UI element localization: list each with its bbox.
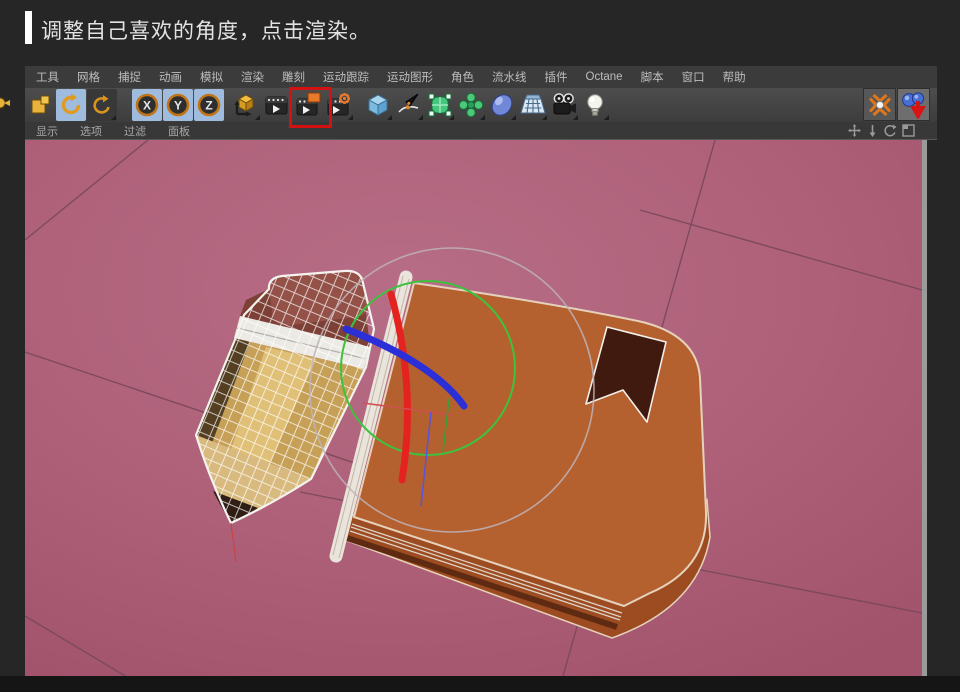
window-right-gap — [937, 66, 960, 140]
page-title: 调整自己喜欢的角度，点击渲染。 — [41, 15, 371, 45]
add-cube-button[interactable] — [363, 89, 393, 121]
coordinate-system-button[interactable] — [231, 89, 261, 121]
rotate-icon — [59, 93, 83, 117]
flyout-corner — [604, 115, 609, 120]
menu-item[interactable]: 渲染 — [232, 69, 273, 85]
z-axis-lock-button[interactable]: Z — [194, 89, 224, 121]
rotate-small-icon — [90, 93, 114, 117]
flyout-corner — [480, 115, 485, 120]
flyout-corner — [387, 115, 392, 120]
menu-item[interactable]: 帮助 — [714, 69, 755, 85]
pan-icon[interactable] — [848, 124, 861, 137]
menu-item[interactable]: 流水线 — [483, 69, 536, 85]
vp-menu-item[interactable]: 显示 — [25, 123, 69, 139]
vp-menu-item[interactable]: 面板 — [157, 123, 201, 139]
clipped-tool-icon — [0, 96, 11, 110]
last-used-tool-button[interactable] — [87, 89, 117, 121]
toolbar-right-tools — [863, 88, 931, 121]
render-view-icon — [264, 92, 290, 118]
menu-item[interactable]: 运动图形 — [378, 69, 442, 85]
menu-item[interactable]: 窗口 — [673, 69, 714, 85]
scene — [25, 140, 922, 676]
viewport-3d[interactable] — [25, 140, 922, 676]
flyout-corner — [542, 115, 547, 120]
flyout-corner — [449, 115, 454, 120]
flyout-corner — [255, 115, 260, 120]
flyout-corner — [573, 115, 578, 120]
svg-text:Z: Z — [205, 99, 212, 113]
menu-bar: 工具网格捕捉动画模拟渲染雕刻运动跟踪运动图形角色流水线插件Octane脚本窗口帮… — [25, 66, 937, 88]
vp-menu-item[interactable]: 选项 — [69, 123, 113, 139]
rotate-tool-button[interactable] — [56, 89, 86, 121]
x-axis-lock-button[interactable]: X — [132, 89, 162, 121]
z-axis-icon: Z — [196, 92, 222, 118]
toolbar: X Y Z — [25, 88, 937, 122]
menu-item[interactable]: 脚本 — [632, 69, 673, 85]
light-button[interactable] — [580, 89, 610, 121]
svg-text:Y: Y — [174, 99, 182, 113]
scale-tool-button[interactable] — [25, 89, 55, 121]
flyout-corner — [418, 115, 423, 120]
render-view-button[interactable] — [262, 89, 292, 121]
viewport-right-gutter — [927, 140, 960, 676]
vp-menu-item[interactable]: 过滤 — [113, 123, 157, 139]
menu-item[interactable]: 网格 — [68, 69, 109, 85]
title-accent-bar — [25, 11, 32, 44]
center-axis-button[interactable] — [863, 88, 896, 121]
mograph-cloner-button[interactable] — [456, 89, 486, 121]
deformer-button[interactable] — [487, 89, 517, 121]
tutorial-highlight-box — [289, 87, 332, 128]
viewport-menu-bar: 显示 选项 过滤 面板 — [25, 122, 937, 140]
flyout-corner — [348, 115, 353, 120]
rotate-view-icon[interactable] — [884, 124, 897, 137]
camera-button[interactable] — [549, 89, 579, 121]
floor-environment-button[interactable] — [518, 89, 548, 121]
scale-icon — [28, 93, 52, 117]
menu-item[interactable]: 工具 — [27, 69, 68, 85]
dynamics-gravity-icon — [900, 91, 928, 119]
menu-item[interactable]: 动画 — [150, 69, 191, 85]
y-axis-icon: Y — [165, 92, 191, 118]
center-axis-icon — [867, 92, 893, 118]
subdivision-surface-button[interactable] — [425, 89, 455, 121]
y-axis-lock-button[interactable]: Y — [163, 89, 193, 121]
bottom-strip — [0, 676, 960, 692]
menu-item[interactable]: 角色 — [442, 69, 483, 85]
flyout-corner — [511, 115, 516, 120]
page: 调整自己喜欢的角度，点击渲染。 工具网格捕捉动画模拟渲染雕刻运动跟踪运动图形角色… — [0, 0, 960, 692]
spline-pen-button[interactable] — [394, 89, 424, 121]
menu-item[interactable]: Octane — [577, 71, 632, 83]
svg-text:X: X — [143, 99, 151, 113]
x-axis-icon: X — [134, 92, 160, 118]
dolly-icon[interactable] — [866, 124, 879, 137]
dynamics-gravity-button[interactable] — [897, 88, 930, 121]
viewport-nav-icons — [848, 124, 937, 137]
flyout-corner — [111, 115, 116, 120]
menu-item[interactable]: 模拟 — [191, 69, 232, 85]
menu-item[interactable]: 运动跟踪 — [314, 69, 378, 85]
toggle-panels-icon[interactable] — [902, 124, 915, 137]
menu-item[interactable]: 插件 — [536, 69, 577, 85]
menu-item[interactable]: 雕刻 — [273, 69, 314, 85]
menu-item[interactable]: 捕捉 — [109, 69, 150, 85]
